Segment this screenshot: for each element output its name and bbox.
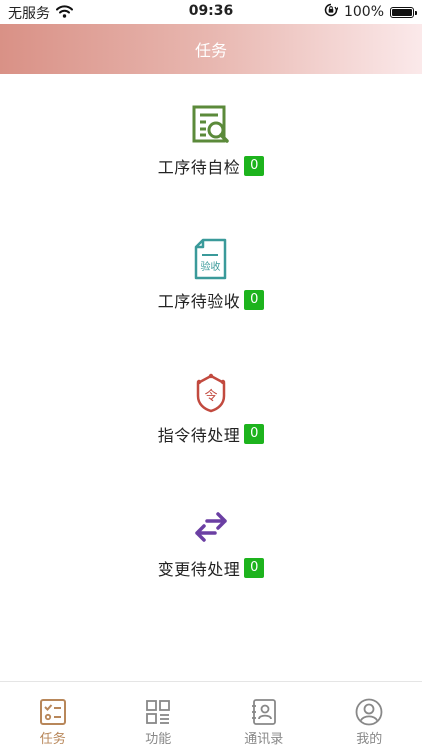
task-command[interactable]: 令 指令待处理 0	[0, 372, 422, 462]
tab-label: 通讯录	[244, 732, 284, 747]
task-label: 工序待验收	[157, 292, 241, 311]
tab-label: 我的	[356, 732, 383, 747]
task-row: 工序待验收 0	[0, 288, 422, 312]
task-label: 工序待自检	[157, 158, 241, 177]
orientation-lock-icon	[324, 3, 339, 21]
contacts-book-icon	[250, 698, 278, 726]
task-row: 工序待自检 0	[0, 154, 422, 178]
page-title: 任务	[194, 41, 227, 60]
count-badge: 0	[244, 290, 265, 310]
battery-fill	[392, 8, 412, 16]
page-header: 任务	[0, 24, 422, 74]
tab-tasks[interactable]: 任务	[0, 682, 106, 750]
tab-label: 功能	[145, 732, 172, 747]
tab-me[interactable]: 我的	[317, 682, 422, 750]
battery-percent: 100%	[343, 4, 384, 20]
task-change[interactable]: 变更待处理 0	[0, 506, 422, 596]
user-profile-icon	[355, 698, 383, 726]
task-label: 变更待处理	[157, 560, 241, 579]
exchange-arrows-icon	[190, 506, 232, 548]
task-acceptance[interactable]: 验收 工序待验收 0	[0, 238, 422, 328]
task-row: 指令待处理 0	[0, 422, 422, 446]
count-badge: 0	[244, 558, 265, 578]
grid-apps-icon	[144, 698, 172, 726]
tab-functions[interactable]: 功能	[106, 682, 212, 750]
status-bar: 无服务 09:36 100%	[0, 0, 422, 24]
acceptance-document-icon: 验收	[190, 238, 232, 280]
acceptance-icon-text: 验收	[201, 260, 221, 273]
task-checklist-icon	[39, 698, 67, 726]
tab-label: 任务	[39, 732, 66, 747]
count-badge: 0	[244, 424, 265, 444]
document-search-icon	[190, 104, 232, 146]
count-badge: 0	[244, 156, 265, 176]
command-icon-text: 令	[204, 389, 217, 404]
status-right: 100%	[324, 3, 417, 21]
task-label: 指令待处理	[157, 426, 241, 445]
battery-icon	[390, 6, 417, 18]
bottom-tab-bar: 任务 功能 通讯录 我的	[0, 681, 422, 750]
task-row: 变更待处理 0	[0, 556, 422, 580]
task-self-inspection[interactable]: 工序待自检 0	[0, 104, 422, 194]
command-badge-icon: 令	[190, 372, 232, 414]
tab-contacts[interactable]: 通讯录	[211, 682, 317, 750]
